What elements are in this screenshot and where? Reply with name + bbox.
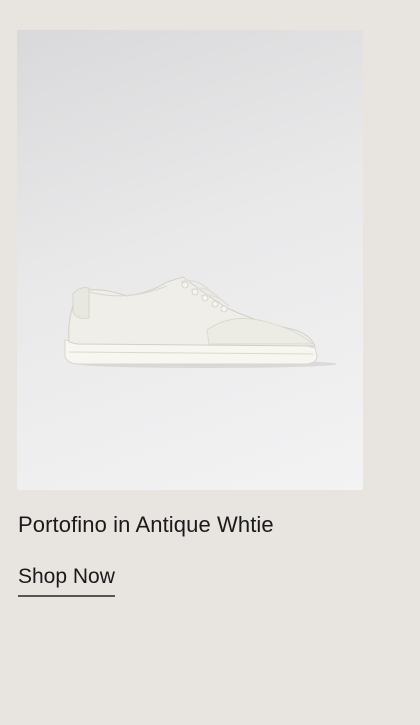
shop-now-link[interactable]: Shop Now <box>18 565 115 597</box>
sneaker-illustration <box>64 276 337 368</box>
product-card: Portofino in Antique Whtie Shop Now <box>0 0 420 725</box>
product-image[interactable] <box>17 30 363 490</box>
product-title: Portofino in Antique Whtie <box>18 512 274 537</box>
